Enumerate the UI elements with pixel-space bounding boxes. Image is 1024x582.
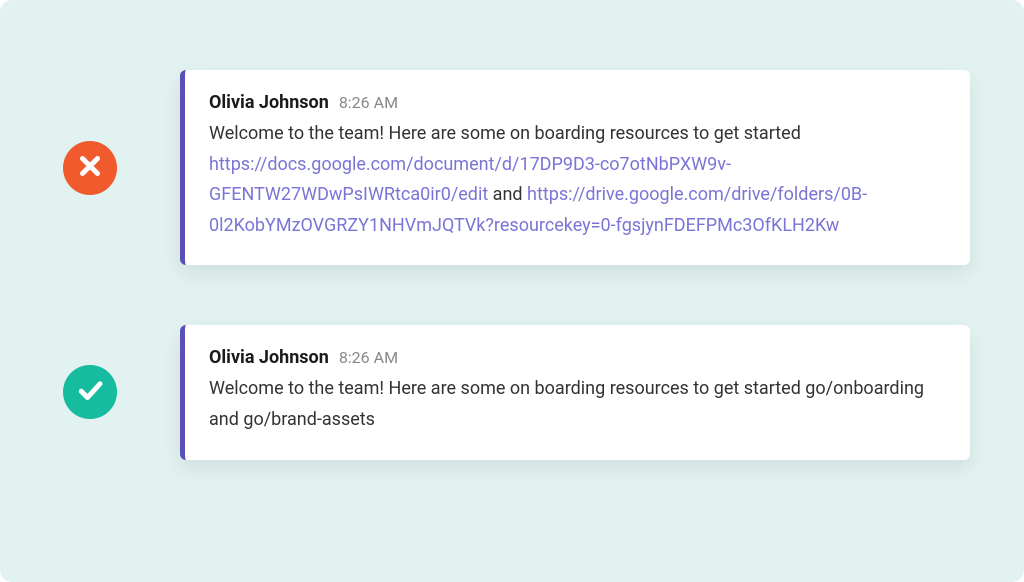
cross-icon [75,151,105,185]
good-example-row: Olivia Johnson 8:26 AM Welcome to the te… [0,325,1024,459]
check-icon [75,375,105,409]
card-header: Olivia Johnson 8:26 AM [209,347,942,368]
good-badge [63,365,117,419]
bad-badge [63,141,117,195]
message-connector: and [488,184,527,205]
message-body: Welcome to the team! Here are some on bo… [209,374,942,435]
badge-column [0,141,180,195]
message-card-bad: Olivia Johnson 8:26 AM Welcome to the te… [180,70,970,265]
message-intro: Welcome to the team! Here are some on bo… [209,123,801,144]
message-timestamp: 8:26 AM [339,348,398,367]
message-card-good: Olivia Johnson 8:26 AM Welcome to the te… [180,325,970,459]
comparison-canvas: Olivia Johnson 8:26 AM Welcome to the te… [0,0,1024,582]
message-timestamp: 8:26 AM [339,93,398,112]
author-name: Olivia Johnson [209,347,329,368]
author-name: Olivia Johnson [209,92,329,113]
card-header: Olivia Johnson 8:26 AM [209,92,942,113]
badge-column [0,365,180,419]
message-body: Welcome to the team! Here are some on bo… [209,119,942,241]
bad-example-row: Olivia Johnson 8:26 AM Welcome to the te… [0,70,1024,265]
